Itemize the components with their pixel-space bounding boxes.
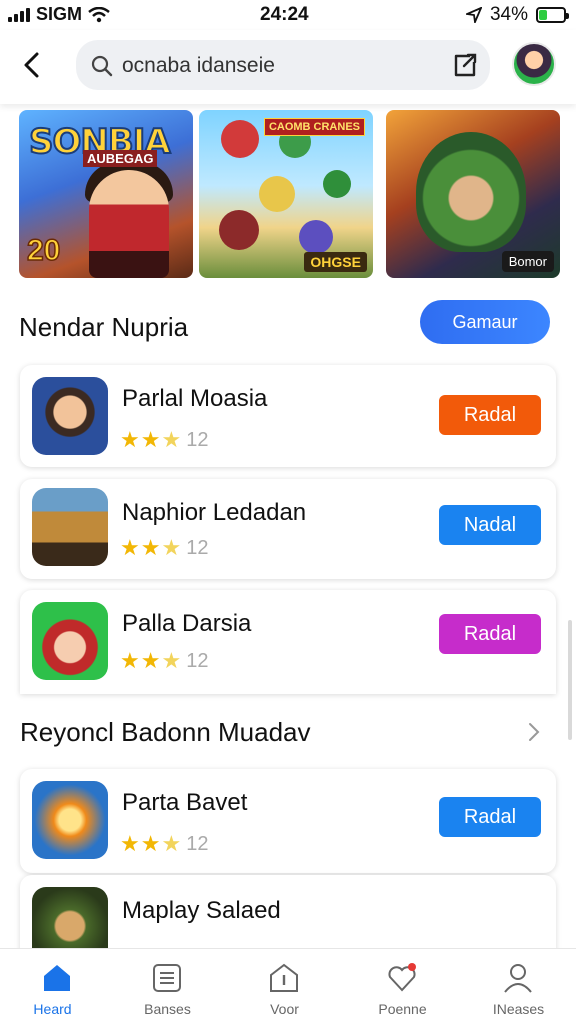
star-icon: ★ bbox=[120, 535, 140, 560]
app-name: Parta Bavet bbox=[122, 789, 248, 816]
section-title: Reyoncl Badonn Muadav bbox=[20, 717, 311, 747]
star-icon: ★ bbox=[140, 648, 161, 673]
banner-hero-body bbox=[89, 170, 169, 278]
banner-tag: OHGSE bbox=[304, 252, 367, 272]
profile-avatar[interactable] bbox=[512, 42, 556, 86]
star-half-icon: ★ bbox=[161, 648, 182, 673]
status-right: 34% bbox=[465, 4, 569, 26]
app-name: Palla Darsia bbox=[122, 610, 252, 637]
tab-home[interactable]: Heard bbox=[0, 949, 115, 1025]
app-action-button[interactable]: Radal bbox=[439, 797, 541, 837]
app-icon bbox=[32, 602, 108, 680]
status-bar: SIGM 24:24 34% bbox=[0, 0, 576, 30]
app-card[interactable]: Parta Bavet ★ ★ ★ 12 Radal bbox=[20, 769, 556, 873]
search-header bbox=[0, 30, 576, 104]
featured-banner-3[interactable]: Bomor bbox=[386, 110, 560, 278]
back-arrow-icon[interactable] bbox=[18, 50, 48, 80]
heart-icon bbox=[388, 963, 416, 992]
section-title: Nendar Nupria bbox=[19, 312, 189, 342]
tab-label: Banses bbox=[144, 1001, 191, 1017]
scrollbar[interactable] bbox=[568, 620, 572, 740]
star-icon: ★ bbox=[120, 648, 140, 673]
banner-robot-art bbox=[416, 132, 526, 252]
app-name: Naphior Ledadan bbox=[122, 499, 307, 526]
tab-label: Heard bbox=[33, 1001, 72, 1017]
banner-character bbox=[259, 176, 295, 212]
signal-icon bbox=[8, 7, 30, 22]
banner-number: 20 bbox=[26, 233, 61, 268]
carrier-name: SIGM bbox=[36, 4, 83, 24]
tab-label: INeases bbox=[492, 1001, 545, 1017]
search-bar[interactable] bbox=[76, 40, 490, 90]
app-card[interactable]: Parlal Moasia ★ ★ ★ 12 Radal bbox=[20, 365, 556, 467]
featured-banner-2[interactable]: CAOMB CRANES OHGSE bbox=[199, 110, 373, 278]
app-action-button[interactable]: Nadal bbox=[439, 505, 541, 545]
banner-character bbox=[221, 120, 259, 158]
tab-list[interactable]: Banses bbox=[110, 949, 225, 1025]
rating-count: 12 bbox=[186, 649, 209, 672]
profile-icon bbox=[504, 964, 532, 993]
app-rating: ★ ★ ★ 12 bbox=[120, 535, 208, 561]
info-icon bbox=[270, 963, 298, 992]
home-icon bbox=[44, 965, 70, 991]
section-action-button[interactable]: Gamaur bbox=[420, 300, 550, 344]
battery-fill bbox=[539, 10, 548, 20]
banner-subtitle: AUBEGAG bbox=[83, 150, 158, 167]
app-name: Parlal Moasia bbox=[122, 385, 268, 412]
search-icon bbox=[91, 55, 113, 77]
battery-percent: 34% bbox=[489, 4, 528, 25]
tab-info[interactable]: Voor bbox=[227, 949, 342, 1025]
tab-favorites[interactable]: Poenne bbox=[345, 949, 460, 1025]
star-half-icon: ★ bbox=[161, 831, 182, 856]
app-rating: ★ ★ ★ 12 bbox=[120, 831, 208, 857]
location-arrow-icon bbox=[465, 7, 482, 23]
list-icon bbox=[153, 964, 181, 992]
app-action-button[interactable]: Radal bbox=[439, 614, 541, 654]
app-card[interactable]: Naphior Ledadan ★ ★ ★ 12 Nadal bbox=[20, 479, 556, 579]
battery-icon bbox=[536, 7, 569, 23]
bottom-tab-bar: Heard Banses Voor Poenne INeases bbox=[0, 948, 576, 1025]
banner-character bbox=[219, 210, 259, 250]
rating-count: 12 bbox=[186, 832, 209, 855]
app-card[interactable]: Palla Darsia ★ ★ ★ 12 Radal bbox=[20, 590, 556, 694]
star-icon: ★ bbox=[140, 831, 161, 856]
app-action-button[interactable]: Radal bbox=[439, 395, 541, 435]
app-icon bbox=[32, 781, 108, 859]
star-icon: ★ bbox=[120, 427, 140, 452]
banner-tag: Bomor bbox=[501, 251, 554, 272]
tab-profile[interactable]: INeases bbox=[461, 949, 576, 1025]
app-icon bbox=[32, 377, 108, 455]
rating-count: 12 bbox=[186, 428, 209, 451]
star-icon: ★ bbox=[140, 427, 161, 452]
share-icon[interactable] bbox=[450, 50, 480, 80]
app-rating: ★ ★ ★ 12 bbox=[120, 648, 208, 674]
wifi-icon bbox=[88, 6, 110, 22]
search-input[interactable] bbox=[122, 54, 422, 78]
banner-character bbox=[323, 170, 351, 198]
banner-badge: CAOMB CRANES bbox=[263, 118, 365, 136]
app-rating: ★ ★ ★ 12 bbox=[120, 427, 208, 453]
app-icon bbox=[32, 488, 108, 566]
chevron-right-icon[interactable] bbox=[524, 720, 544, 744]
status-time: 24:24 bbox=[260, 4, 309, 25]
banner-character bbox=[299, 220, 333, 254]
star-icon: ★ bbox=[140, 535, 161, 560]
tab-label: Poenne bbox=[378, 1001, 427, 1017]
featured-banner-1[interactable]: SONBIA AUBEGAG 20 bbox=[19, 110, 193, 278]
star-half-icon: ★ bbox=[161, 535, 182, 560]
tab-label: Voor bbox=[270, 1001, 299, 1017]
app-name: Maplay Salaed bbox=[122, 897, 281, 924]
star-half-icon: ★ bbox=[161, 427, 182, 452]
status-left: SIGM bbox=[8, 4, 110, 25]
rating-count: 12 bbox=[186, 536, 209, 559]
star-icon: ★ bbox=[120, 831, 140, 856]
